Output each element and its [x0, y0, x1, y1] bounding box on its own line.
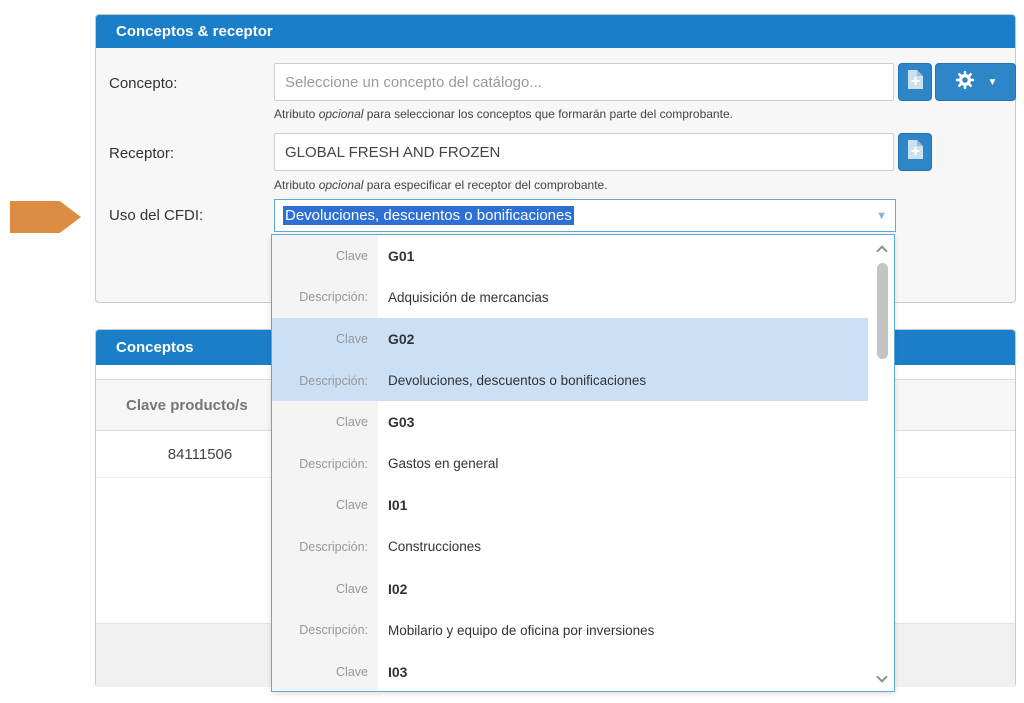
- document-add-icon: [907, 69, 924, 95]
- orange-pointer-arrow-icon: [10, 201, 81, 233]
- dropdown-option-i01[interactable]: ClaveI01 Descripción:Construcciones: [272, 485, 894, 568]
- option-clave: G01: [378, 248, 414, 264]
- dropdown-option-g02-highlighted[interactable]: ClaveG02 Descripción:Devoluciones, descu…: [272, 318, 868, 401]
- option-clave: G03: [378, 414, 414, 430]
- panel-title: Conceptos & receptor: [96, 15, 1015, 48]
- concepto-label: Concepto:: [109, 75, 177, 92]
- caret-down-icon: ▼: [988, 77, 998, 88]
- dropdown-option-g01[interactable]: ClaveG01 Descripción:Adquisición de merc…: [272, 235, 894, 318]
- option-descripcion: Gastos en general: [378, 456, 498, 471]
- dropdown-option-i03[interactable]: ClaveI03: [272, 651, 894, 692]
- receptor-input[interactable]: [274, 133, 894, 171]
- option-descripcion: Devoluciones, descuentos o bonificacione…: [378, 373, 646, 388]
- chevron-down-icon: ▼: [876, 210, 887, 222]
- settings-button[interactable]: ▼: [935, 63, 1016, 101]
- cfdi-form-screen: Conceptos & receptor Concepto:: [0, 0, 1024, 703]
- gear-icon: [954, 69, 976, 96]
- receptor-label: Receptor:: [109, 145, 174, 162]
- option-descripcion: Mobilario y equipo de oficina por invers…: [378, 623, 654, 638]
- option-clave: I02: [378, 581, 407, 597]
- clave-producto-cell: 84111506: [110, 446, 290, 463]
- add-concepto-button[interactable]: [898, 63, 932, 101]
- concepto-help-text: Atributo opcional para seleccionar los c…: [274, 107, 733, 121]
- option-clave: I01: [378, 497, 407, 513]
- concepto-input[interactable]: [274, 63, 894, 101]
- uso-cfdi-dropdown-list: ClaveG01 Descripción:Adquisición de merc…: [271, 234, 895, 692]
- option-descripcion: Adquisición de mercancias: [378, 290, 549, 305]
- receptor-help-text: Atributo opcional para especificar el re…: [274, 178, 608, 192]
- uso-cfdi-label: Uso del CFDI:: [109, 207, 203, 224]
- scrollbar-thumb[interactable]: [877, 263, 888, 359]
- dropdown-option-g03[interactable]: ClaveG03 Descripción:Gastos en general: [272, 401, 894, 484]
- column-header-clave-producto: Clave producto/s: [96, 397, 248, 414]
- dropdown-option-i02[interactable]: ClaveI02 Descripción:Mobilario y equipo …: [272, 568, 894, 651]
- uso-cfdi-selected-value: Devoluciones, descuentos o bonificacione…: [283, 206, 574, 225]
- option-descripcion: Construcciones: [378, 539, 481, 554]
- option-clave: I03: [378, 664, 407, 680]
- add-receptor-button[interactable]: [898, 133, 932, 171]
- document-add-icon: [907, 139, 924, 165]
- uso-cfdi-select[interactable]: Devoluciones, descuentos o bonificacione…: [274, 199, 896, 232]
- option-clave: G02: [378, 331, 414, 347]
